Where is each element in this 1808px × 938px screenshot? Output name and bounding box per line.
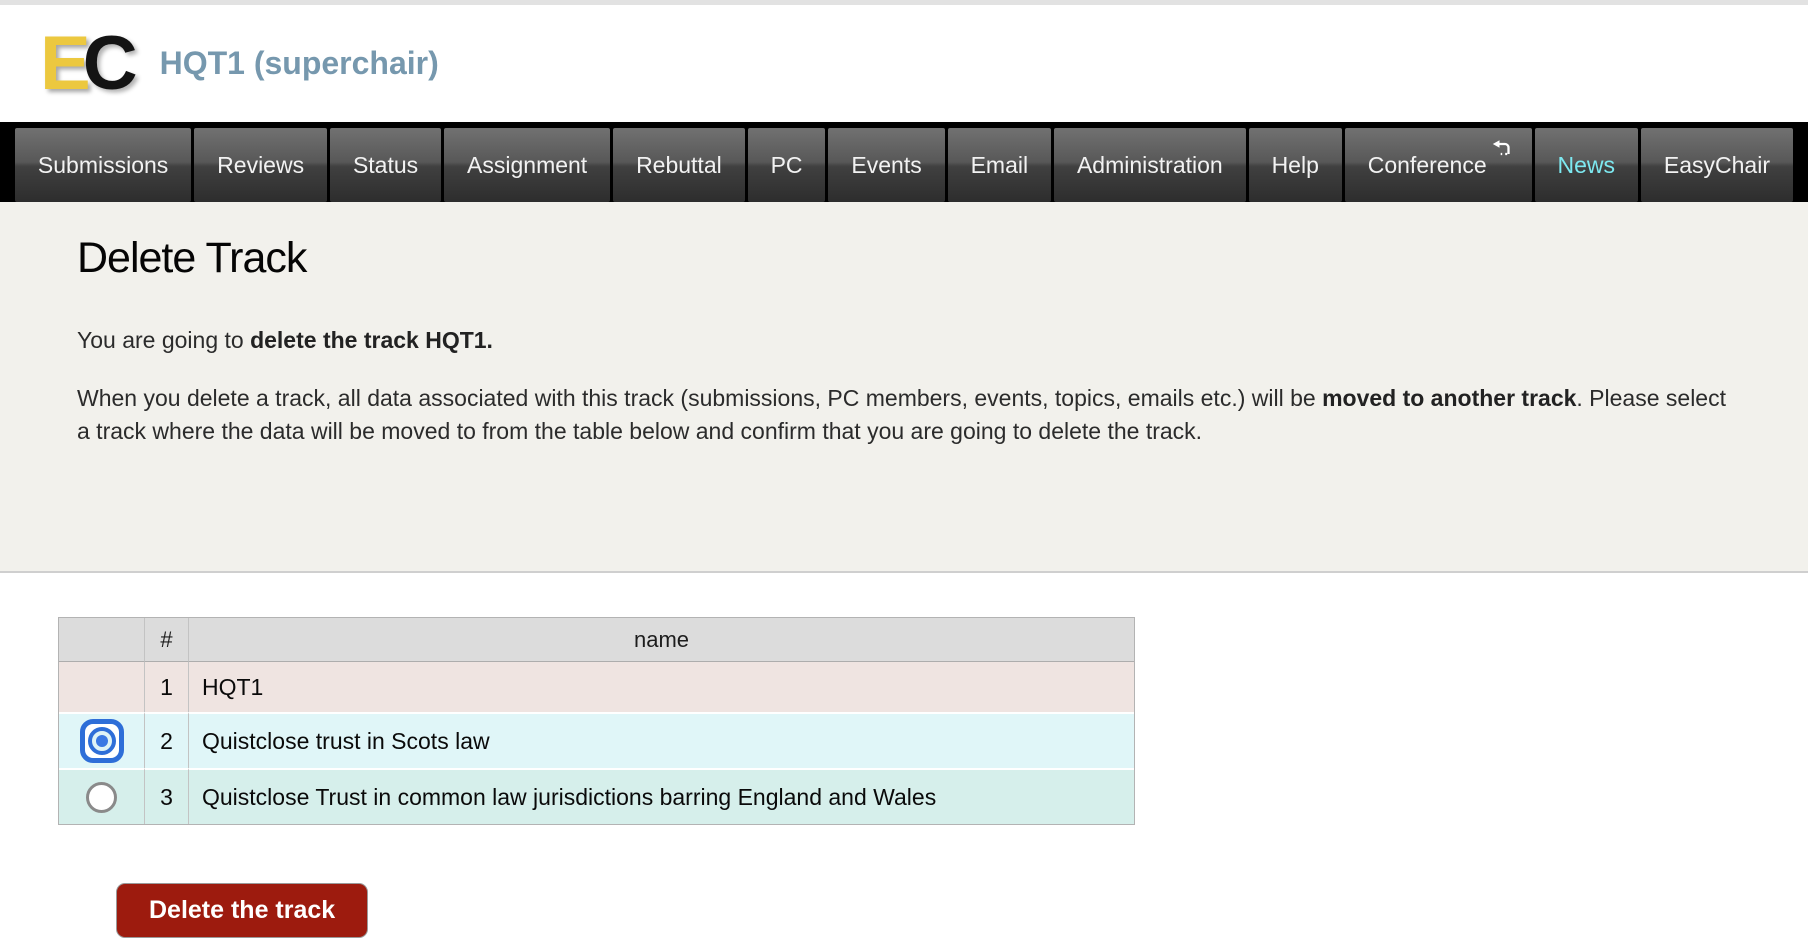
header-num-column: # bbox=[145, 618, 189, 662]
logo-letter-c: C bbox=[83, 21, 130, 106]
radio-cell bbox=[59, 768, 145, 824]
instructions-seg1: When you delete a track, all data associ… bbox=[77, 385, 1322, 411]
header-name-column: name bbox=[189, 618, 1134, 662]
tab-conference[interactable]: Conference bbox=[1345, 128, 1532, 202]
track-name: Quistclose trust in Scots law bbox=[189, 712, 1134, 768]
logo-letter-e: E bbox=[40, 21, 83, 106]
tab-assignment[interactable]: Assignment bbox=[444, 128, 610, 202]
content-section: Delete Track You are going to delete the… bbox=[0, 202, 1808, 573]
tab-events[interactable]: Events bbox=[828, 128, 944, 202]
tab-help[interactable]: Help bbox=[1249, 128, 1342, 202]
instructions-text: When you delete a track, all data associ… bbox=[77, 382, 1731, 448]
instructions-seg2: moved to another track bbox=[1322, 385, 1576, 411]
table-row: 2 Quistclose trust in Scots law bbox=[59, 712, 1134, 768]
tab-submissions[interactable]: Submissions bbox=[15, 128, 191, 202]
intro-bold: delete the track HQT1. bbox=[250, 327, 493, 353]
tracks-table: # name 1 HQT1 2 Quistclose trust bbox=[58, 617, 1135, 825]
tab-news[interactable]: News bbox=[1535, 128, 1638, 202]
tab-email[interactable]: Email bbox=[948, 128, 1051, 202]
page-header: EC HQT1 (superchair) bbox=[0, 5, 1808, 122]
track-number: 2 bbox=[145, 712, 189, 768]
tab-easychair[interactable]: EasyChair bbox=[1641, 128, 1793, 202]
radio-cell bbox=[59, 712, 145, 768]
tab-status[interactable]: Status bbox=[330, 128, 441, 202]
delete-track-button[interactable]: Delete the track bbox=[116, 883, 368, 938]
lower-section: # name 1 HQT1 2 Quistclose trust bbox=[0, 573, 1808, 938]
radio-ring bbox=[88, 727, 116, 755]
header-radio-column bbox=[59, 618, 145, 662]
radio-selected[interactable] bbox=[80, 719, 124, 763]
page-title: Delete Track bbox=[77, 234, 1731, 283]
intro-normal: You are going to bbox=[77, 327, 250, 353]
tab-pc[interactable]: PC bbox=[748, 128, 826, 202]
table-row: 3 Quistclose Trust in common law jurisdi… bbox=[59, 768, 1134, 824]
track-name: HQT1 bbox=[189, 662, 1134, 712]
conference-title: HQT1 (superchair) bbox=[160, 45, 439, 82]
easychair-logo[interactable]: EC bbox=[40, 26, 130, 102]
table-header-row: # name bbox=[59, 618, 1134, 662]
radio-unselected[interactable] bbox=[86, 782, 117, 813]
intro-text: You are going to delete the track HQT1. bbox=[77, 327, 1731, 354]
tab-reviews[interactable]: Reviews bbox=[194, 128, 327, 202]
main-nav: Submissions Reviews Status Assignment Re… bbox=[0, 122, 1808, 202]
track-number: 1 bbox=[145, 662, 189, 712]
return-arrow-icon bbox=[1489, 139, 1511, 167]
table-row: 1 HQT1 bbox=[59, 662, 1134, 712]
tab-administration[interactable]: Administration bbox=[1054, 128, 1246, 202]
radio-cell-empty bbox=[59, 662, 145, 712]
track-number: 3 bbox=[145, 768, 189, 824]
radio-dot bbox=[96, 735, 108, 747]
tab-rebuttal[interactable]: Rebuttal bbox=[613, 128, 745, 202]
track-name: Quistclose Trust in common law jurisdict… bbox=[189, 768, 1134, 824]
